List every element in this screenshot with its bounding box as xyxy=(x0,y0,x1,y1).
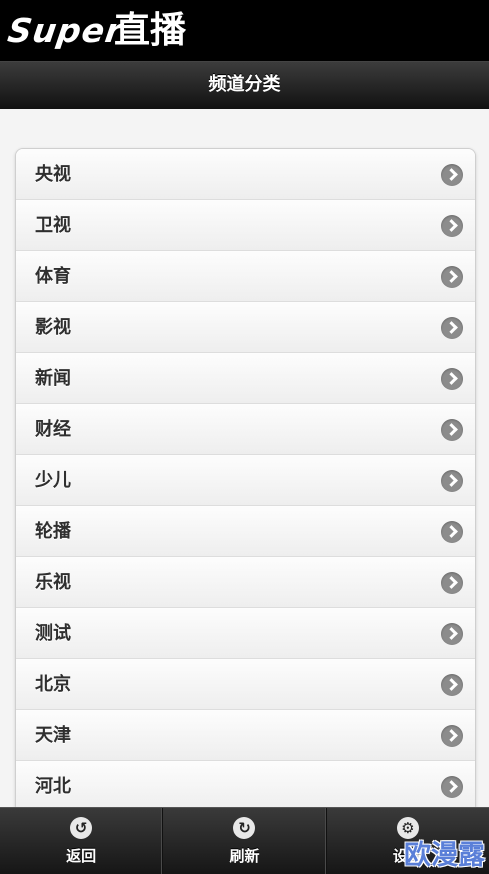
list-item[interactable]: 乐视 xyxy=(16,557,475,608)
list-item[interactable]: 体育 xyxy=(16,251,475,302)
list-item[interactable]: 少儿 xyxy=(16,455,475,506)
list-item-label: 卫视 xyxy=(35,215,71,236)
list-item[interactable]: 影视 xyxy=(16,302,475,353)
list-item[interactable]: 测试 xyxy=(16,608,475,659)
list-item[interactable]: 天津 xyxy=(16,710,475,761)
list-item-label: 少儿 xyxy=(35,470,71,491)
list-item-label: 北京 xyxy=(35,674,71,695)
list-item-label: 央视 xyxy=(35,164,71,185)
list-item-label: 测试 xyxy=(35,623,71,644)
channel-category-list: 央视 卫视 体育 影视 新闻 财经 少儿 轮播 乐视 测试 北京 天津 河北 xyxy=(15,148,476,813)
list-item[interactable]: 新闻 xyxy=(16,353,475,404)
app-root: Super 直播 频道分类 央视 卫视 体育 影视 新闻 财经 少儿 轮播 乐视… xyxy=(0,0,489,874)
list-item-label: 影视 xyxy=(35,317,71,338)
chevron-right-icon xyxy=(441,572,463,594)
back-button[interactable]: ↺ 返回 xyxy=(0,808,164,874)
list-item-label: 财经 xyxy=(35,419,71,440)
logo-text-cn: 直播 xyxy=(114,10,187,51)
chevron-right-icon xyxy=(441,368,463,390)
list-item-label: 轮播 xyxy=(35,521,71,542)
refresh-icon: ↻ xyxy=(233,817,256,839)
list-item-label: 体育 xyxy=(35,266,71,287)
back-label: 返回 xyxy=(66,847,97,865)
chevron-right-icon xyxy=(441,725,463,747)
chevron-right-icon xyxy=(441,266,463,288)
list-item[interactable]: 河北 xyxy=(16,761,475,812)
refresh-button[interactable]: ↻ 刷新 xyxy=(163,808,327,874)
brand-bar: Super 直播 xyxy=(0,0,489,61)
list-item[interactable]: 财经 xyxy=(16,404,475,455)
chevron-right-icon xyxy=(441,419,463,441)
list-item[interactable]: 北京 xyxy=(16,659,475,710)
chevron-right-icon xyxy=(441,164,463,186)
logo-text-en: Super xyxy=(5,11,126,50)
chevron-right-icon xyxy=(441,317,463,339)
list-item[interactable]: 轮播 xyxy=(16,506,475,557)
page-title: 频道分类 xyxy=(208,74,281,95)
list-item-label: 河北 xyxy=(35,776,71,797)
header-bar: 频道分类 xyxy=(0,61,489,109)
refresh-label: 刷新 xyxy=(229,847,260,865)
list-item-label: 新闻 xyxy=(35,368,71,389)
list-item[interactable]: 卫视 xyxy=(16,200,475,251)
list-item-label: 乐视 xyxy=(35,572,71,593)
undo-icon: ↺ xyxy=(70,817,93,839)
chevron-right-icon xyxy=(441,215,463,237)
chevron-right-icon xyxy=(441,623,463,645)
chevron-right-icon xyxy=(441,521,463,543)
list-item[interactable]: 央视 xyxy=(16,149,475,200)
watermark-text: 欧漫露 xyxy=(404,840,485,871)
chevron-right-icon xyxy=(441,674,463,696)
chevron-right-icon xyxy=(441,776,463,798)
chevron-right-icon xyxy=(441,470,463,492)
list-item-label: 天津 xyxy=(35,725,71,746)
